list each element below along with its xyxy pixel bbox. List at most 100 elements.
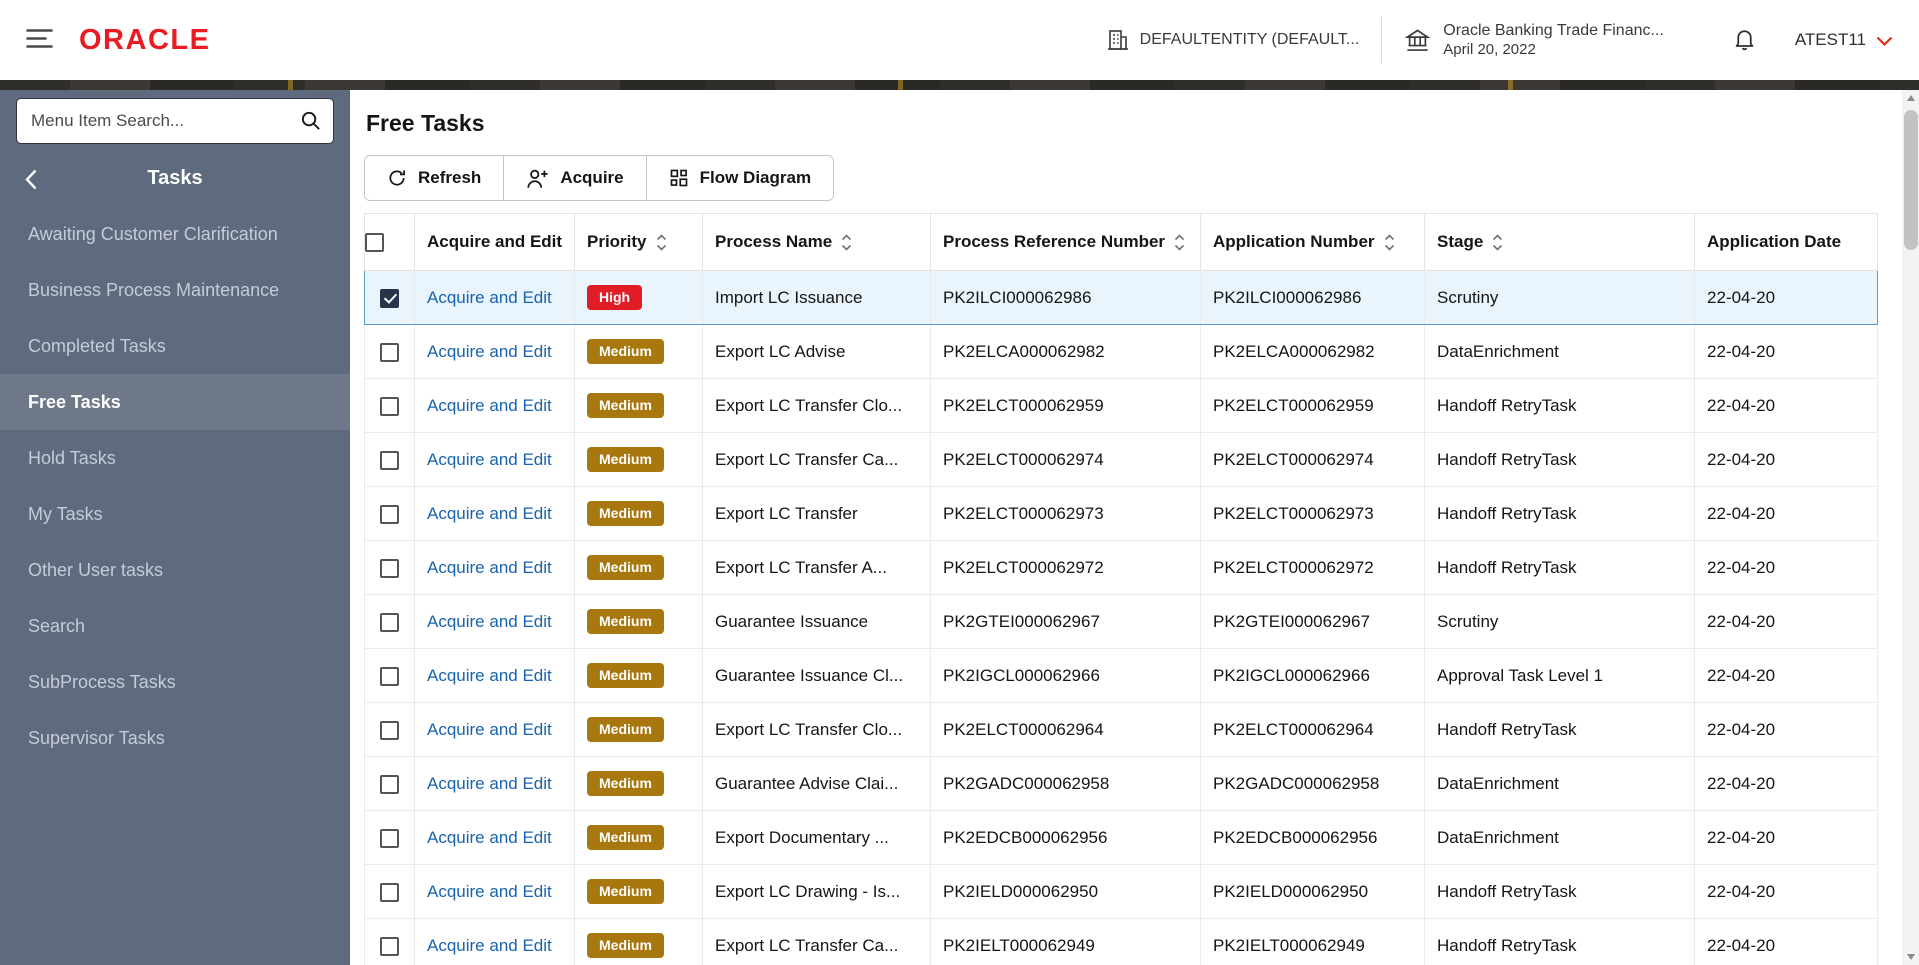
acquire-and-edit-link[interactable]: Acquire and Edit [427,342,552,361]
sidebar-item-free-tasks[interactable]: Free Tasks [0,374,350,430]
sidebar-item-label: Hold Tasks [28,447,116,468]
row-checkbox[interactable] [380,450,399,470]
row-checkbox[interactable] [380,558,399,578]
application-date-cell: 22-04-20 [1694,864,1878,919]
sidebar-item-my-tasks[interactable]: My Tasks [0,486,350,542]
table-row: Acquire and Edit Medium Guarantee Issuan… [364,648,1878,703]
column-header-priority[interactable]: Priority [574,213,703,271]
application-date-cell: 22-04-20 [1694,648,1878,703]
flow-diagram-button[interactable]: Flow Diagram [646,156,834,200]
row-checkbox[interactable] [380,612,399,632]
row-checkbox[interactable] [380,882,399,902]
app-date: April 20, 2022 [1443,40,1536,58]
process-reference-number-cell: PK2GADC000062958 [930,756,1201,811]
sidebar-item-business-process-maintenance[interactable]: Business Process Maintenance [0,262,350,318]
sidebar-item-search[interactable]: Search [0,598,350,654]
application-number-cell: PK2ILCI000062986 [1200,270,1425,325]
refresh-button[interactable]: Refresh [365,156,505,200]
user-menu[interactable]: ATEST11 [1795,30,1893,50]
sort-icon[interactable] [1384,233,1395,252]
row-checkbox[interactable] [380,720,399,740]
process-reference-number-cell: PK2GTEI000062967 [930,594,1201,649]
row-checkbox[interactable] [380,288,399,308]
application-number-cell: PK2ELCT000062974 [1200,432,1425,487]
refresh-button-label: Refresh [418,168,482,187]
process-name-cell: Import LC Issuance [702,270,931,325]
scrollbar-thumb[interactable] [1903,110,1918,250]
application-number-cell: PK2ELCA000062982 [1200,324,1425,379]
header-divider [1381,17,1383,63]
process-name-cell: Export LC Transfer A... [702,540,931,595]
process-name-cell: Export LC Transfer Ca... [702,918,931,965]
column-header-application-number[interactable]: Application Number [1200,213,1425,271]
acquire-and-edit-link[interactable]: Acquire and Edit [427,666,552,685]
acquire-and-edit-link[interactable]: Acquire and Edit [427,396,552,415]
table-row: Acquire and Edit High Import LC Issuance… [364,270,1878,325]
application-date-cell: 22-04-20 [1694,486,1878,541]
application-date-cell: 22-04-20 [1694,918,1878,965]
back-button[interactable] [22,166,40,196]
stage-cell: Handoff RetryTask [1424,918,1695,965]
row-checkbox[interactable] [380,936,399,956]
row-checkbox[interactable] [380,828,399,848]
acquire-and-edit-link[interactable]: Acquire and Edit [427,828,552,847]
acquire-and-edit-link[interactable]: Acquire and Edit [427,558,552,577]
menu-search [16,98,334,144]
acquire-and-edit-link[interactable]: Acquire and Edit [427,504,552,523]
application-number-cell: PK2ELCT000062959 [1200,378,1425,433]
row-checkbox[interactable] [380,504,399,524]
entity-label: DEFAULTENTITY (DEFAULT... [1139,31,1360,48]
search-icon[interactable] [299,109,322,137]
sidebar-item-label: Free Tasks [28,391,121,412]
vertical-scrollbar[interactable] [1902,90,1919,965]
sidebar-item-label: Awaiting Customer Clarification [28,223,278,244]
column-header-stage[interactable]: Stage [1424,213,1695,271]
process-name-cell: Export LC Transfer [702,486,931,541]
sort-icon[interactable] [1492,233,1503,252]
acquire-and-edit-link[interactable]: Acquire and Edit [427,288,552,307]
hamburger-menu-button[interactable] [18,20,61,60]
scrollbar-up-arrow[interactable] [1902,90,1919,107]
row-checkbox[interactable] [380,342,399,362]
acquire-and-edit-link[interactable]: Acquire and Edit [427,612,552,631]
priority-badge: Medium [587,393,664,418]
table-header-row: Acquire and Edit Priority Process Name P… [364,213,1878,271]
select-all-checkbox[interactable] [365,232,384,252]
priority-badge: Medium [587,447,664,472]
sort-icon[interactable] [1174,233,1185,252]
acquire-and-edit-link[interactable]: Acquire and Edit [427,450,552,469]
sidebar-item-awaiting-customer-clarification[interactable]: Awaiting Customer Clarification [0,206,350,262]
acquire-button[interactable]: Acquire [504,156,647,200]
stage-cell: Scrutiny [1424,270,1695,325]
stage-cell: Handoff RetryTask [1424,378,1695,433]
stage-cell: Handoff RetryTask [1424,864,1695,919]
acquire-and-edit-link[interactable]: Acquire and Edit [427,774,552,793]
process-name-cell: Export LC Transfer Ca... [702,432,931,487]
menu-search-input[interactable] [16,98,334,144]
notifications-button[interactable] [1728,22,1761,58]
sort-icon[interactable] [841,233,852,252]
sidebar-item-label: Search [28,615,86,636]
sidebar-item-completed-tasks[interactable]: Completed Tasks [0,318,350,374]
acquire-and-edit-link[interactable]: Acquire and Edit [427,720,552,739]
sidebar-item-hold-tasks[interactable]: Hold Tasks [0,430,350,486]
application-number-cell: PK2ELCT000062973 [1200,486,1425,541]
sidebar-item-other-user-tasks[interactable]: Other User tasks [0,542,350,598]
acquire-and-edit-link[interactable]: Acquire and Edit [427,936,552,955]
application-number-cell: PK2GTEI000062967 [1200,594,1425,649]
sidebar-item-supervisor-tasks[interactable]: Supervisor Tasks [0,710,350,766]
sort-icon[interactable] [656,233,667,252]
row-checkbox[interactable] [380,396,399,416]
column-header-process-name[interactable]: Process Name [702,213,931,271]
row-checkbox[interactable] [380,666,399,686]
column-header-process-reference-number[interactable]: Process Reference Number [930,213,1201,271]
scrollbar-down-arrow[interactable] [1902,948,1919,965]
hamburger-icon [26,29,53,48]
row-checkbox[interactable] [380,774,399,794]
application-date-cell: 22-04-20 [1694,810,1878,865]
acquire-and-edit-link[interactable]: Acquire and Edit [427,882,552,901]
entity-selector[interactable]: DEFAULTENTITY (DEFAULT... [1106,28,1360,52]
column-header-select-all [364,213,415,271]
application-number-cell: PK2EDCB000062956 [1200,810,1425,865]
sidebar-item-subprocess-tasks[interactable]: SubProcess Tasks [0,654,350,710]
